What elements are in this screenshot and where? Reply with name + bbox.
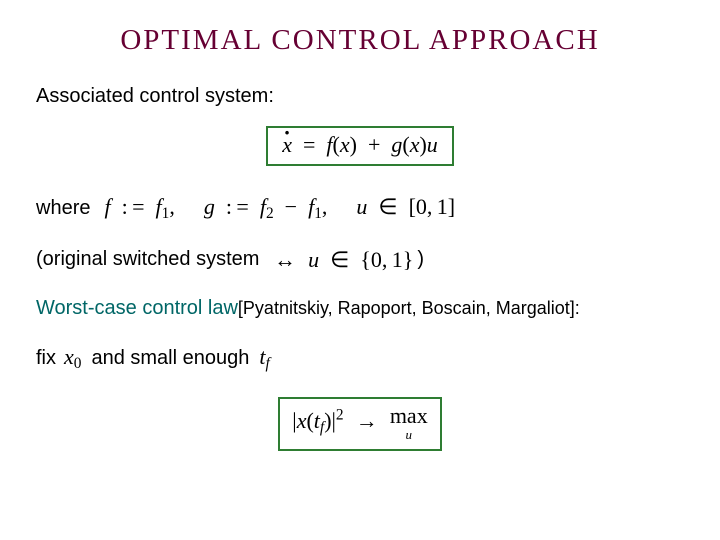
fix-line: fix x0 and small enough tf — [36, 344, 684, 373]
original-switched-math: ↔ u ∈ {0, 1} — [267, 247, 413, 273]
original-switched-label-post: ) — [417, 248, 424, 271]
where-label: where — [36, 197, 90, 220]
original-switched-line: (original switched system ↔ u ∈ {0, 1} ) — [36, 247, 684, 273]
original-switched-label-pre: (original switched system — [36, 248, 259, 271]
objective-math: |x(tf)|2 → max u — [292, 405, 427, 441]
slide: OPTIMAL CONTROL APPROACH Associated cont… — [0, 0, 720, 540]
and-small-enough-label: and small enough — [91, 347, 249, 370]
state-equation-box: x = f(x) + g(x)u — [266, 126, 454, 166]
x0-math: x0 — [64, 344, 81, 373]
where-line: where f : = f1, g : = f2 − f1, u ∈ [0, 1… — [36, 194, 684, 223]
state-equation-row: x = f(x) + g(x)u — [36, 126, 684, 166]
slide-title: OPTIMAL CONTROL APPROACH — [36, 24, 684, 57]
worst-case-line: Worst-case control law [Pyatnitskiy, Rap… — [36, 297, 684, 320]
objective-box: |x(tf)|2 → max u — [278, 397, 441, 451]
worst-case-control-law-label: Worst-case control law — [36, 297, 238, 320]
definitions-math: f : = f1, g : = f2 − f1, u ∈ [0, 1] — [104, 194, 455, 223]
references-label: [Pyatnitskiy, Rapoport, Boscain, Margali… — [238, 298, 580, 319]
objective-row: |x(tf)|2 → max u — [36, 397, 684, 451]
state-equation: x = f(x) + g(x)u — [282, 134, 438, 156]
associated-control-system-label: Associated control system: — [36, 85, 684, 108]
tf-math: tf — [259, 344, 269, 373]
fix-label: fix — [36, 347, 56, 370]
